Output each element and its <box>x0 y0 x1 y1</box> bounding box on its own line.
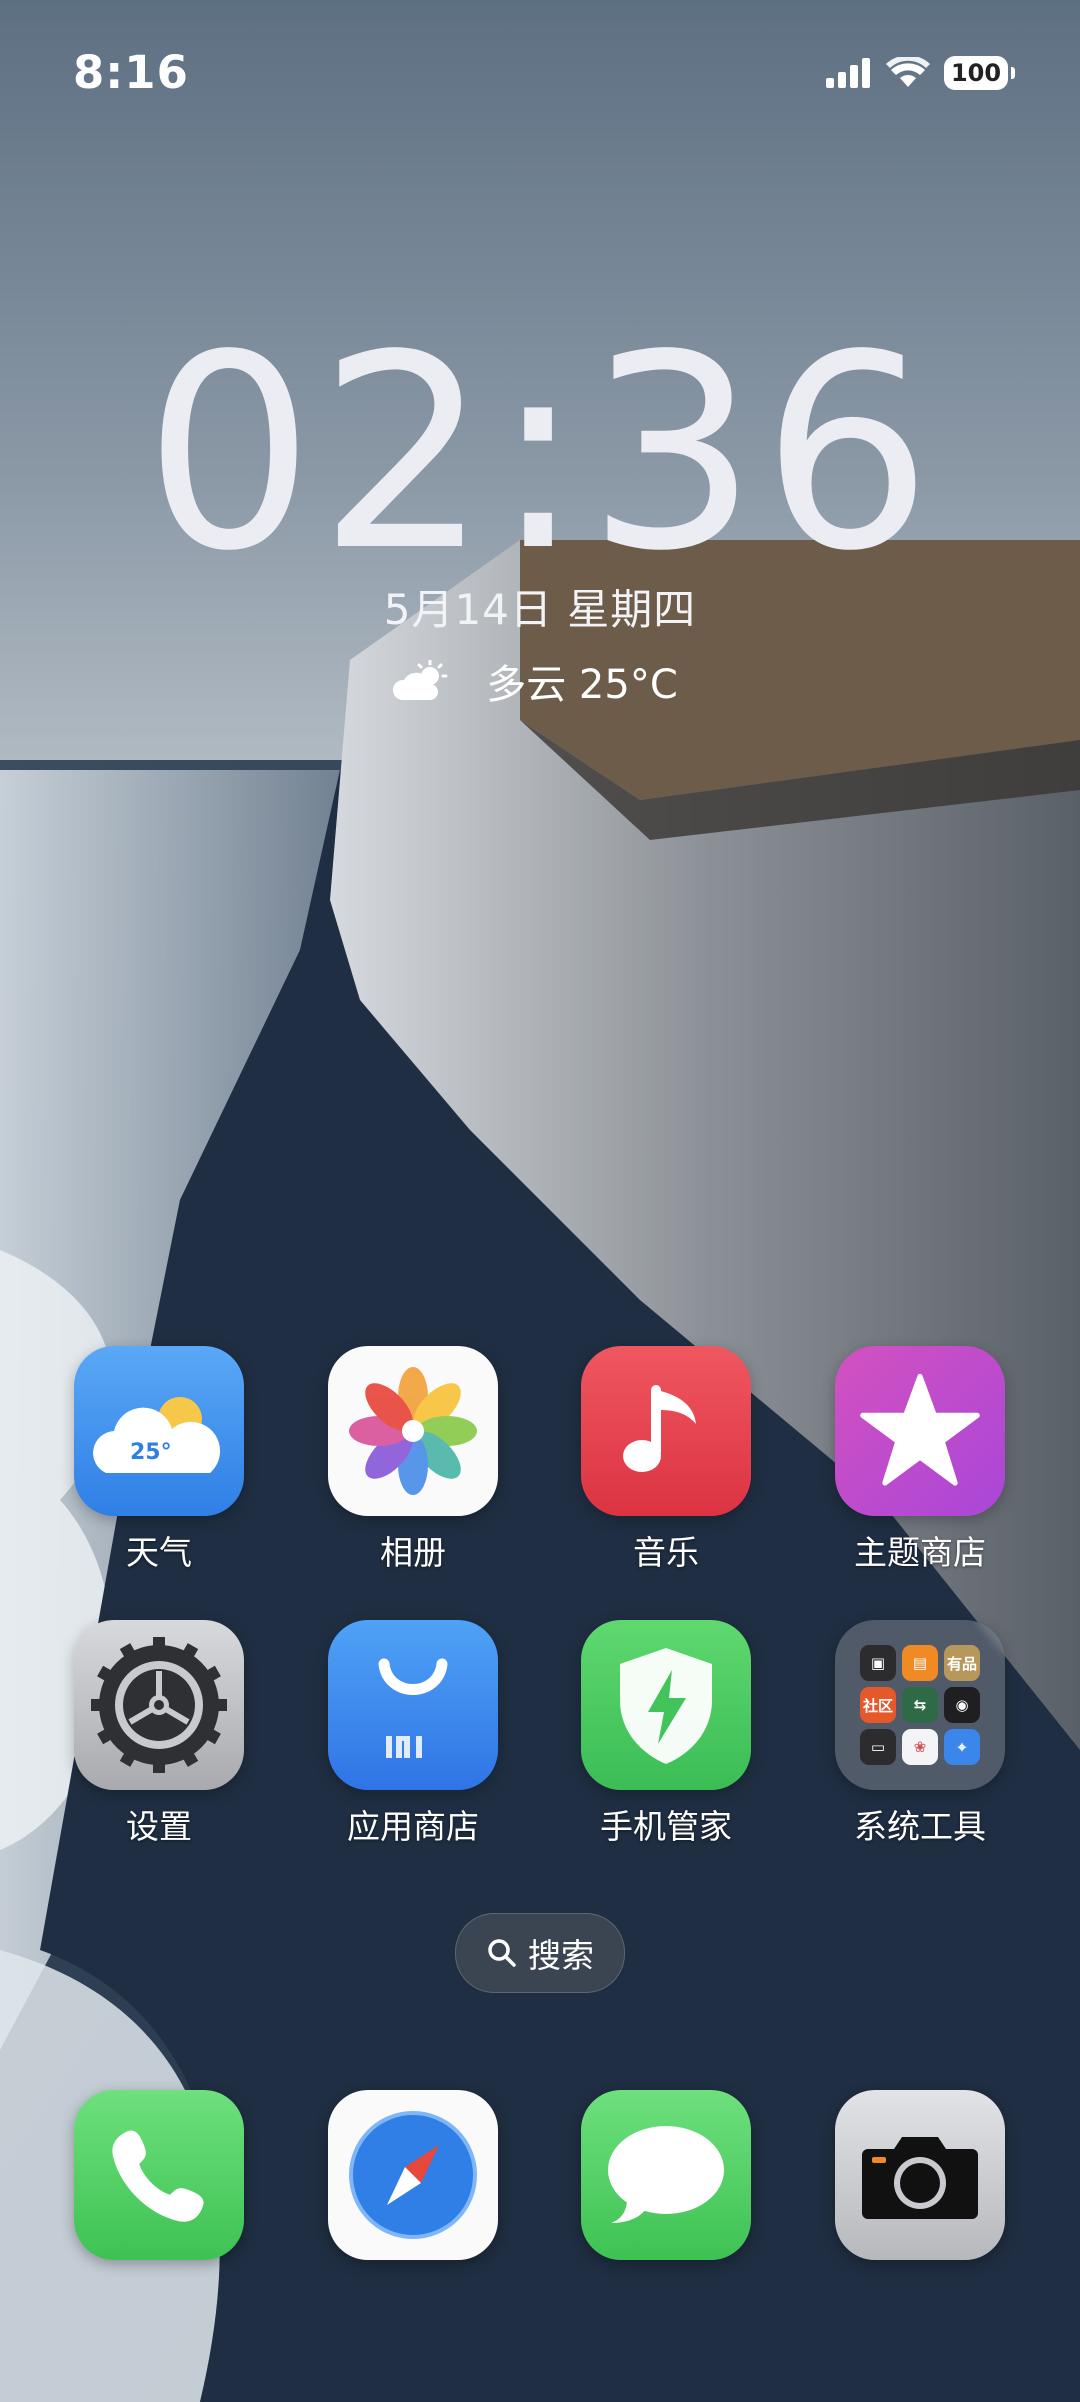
weather-line[interactable]: 多云 25°C <box>0 652 1080 710</box>
browser-icon <box>349 2111 477 2239</box>
app-label: 主题商店 <box>854 1533 986 1572</box>
app-folder-system-tools[interactable]: ▣ ▤ 有品 社区 ⇆ ◉ ▭ ❀ ⌖ 系统工具 <box>820 1620 1020 1848</box>
security-icon <box>581 1620 751 1790</box>
folder-mini-icon: ⌖ <box>944 1729 980 1765</box>
signal-icon <box>826 58 870 88</box>
clock-date: 5月14日 星期四 <box>383 585 697 634</box>
camera-icon <box>862 2137 978 2219</box>
weather-text: 多云 25°C <box>486 662 678 708</box>
clock-time[interactable]: 02:36 <box>0 320 1080 588</box>
app-security[interactable]: 手机管家 <box>566 1620 766 1848</box>
weather-badge: 25° <box>130 1440 172 1465</box>
dock-messages[interactable] <box>581 2090 751 2260</box>
music-icon <box>581 1346 751 1516</box>
dock-camera[interactable] <box>835 2090 1005 2260</box>
app-label: 设置 <box>126 1807 192 1846</box>
folder-mini-icon: ▤ <box>902 1645 938 1681</box>
phone-icon <box>112 2130 204 2222</box>
app-label: 天气 <box>126 1533 192 1572</box>
app-store-icon <box>328 1620 498 1790</box>
folder-mini-icon: ⇆ <box>902 1687 938 1723</box>
folder-mini-icon: ◉ <box>944 1687 980 1723</box>
app-settings[interactable]: 设置 <box>59 1620 259 1848</box>
status-icons: 100 <box>826 56 1015 90</box>
messages-icon <box>608 2126 724 2223</box>
folder-mini-icon: ▣ <box>860 1645 896 1681</box>
theme-store-icon <box>835 1346 1005 1516</box>
folder-mini-icon: 有品 <box>944 1645 980 1681</box>
app-label: 相册 <box>380 1533 446 1572</box>
folder-mini-icon: 社区 <box>860 1687 896 1723</box>
app-label: 音乐 <box>633 1533 699 1572</box>
search-button[interactable]: 搜索 <box>455 1913 625 1993</box>
app-label: 应用商店 <box>347 1807 479 1846</box>
folder-mini-icon: ▭ <box>860 1729 896 1765</box>
settings-icon <box>74 1620 244 1790</box>
app-app-store[interactable]: 应用商店 <box>313 1620 513 1848</box>
folder-icon: ▣ ▤ 有品 社区 ⇆ ◉ ▭ ❀ ⌖ <box>835 1620 1005 1790</box>
dock-phone[interactable] <box>74 2090 244 2260</box>
search-icon <box>488 1939 516 1967</box>
app-label: 系统工具 <box>854 1807 986 1846</box>
wifi-icon <box>886 57 930 87</box>
status-time: 8:16 <box>73 46 189 99</box>
search-label: 搜索 <box>528 1936 594 1975</box>
app-theme-store[interactable]: 主题商店 <box>820 1346 1020 1574</box>
battery-indicator: 100 <box>944 56 1015 90</box>
app-photos[interactable]: 相册 <box>313 1346 513 1574</box>
app-label: 手机管家 <box>600 1807 732 1846</box>
app-music[interactable]: 音乐 <box>566 1346 766 1574</box>
photos-icon <box>328 1346 498 1516</box>
folder-mini-icon: ❀ <box>902 1729 938 1765</box>
partly-cloudy-icon <box>393 660 448 700</box>
dock-browser[interactable] <box>328 2090 498 2260</box>
weather-icon <box>74 1346 244 1516</box>
